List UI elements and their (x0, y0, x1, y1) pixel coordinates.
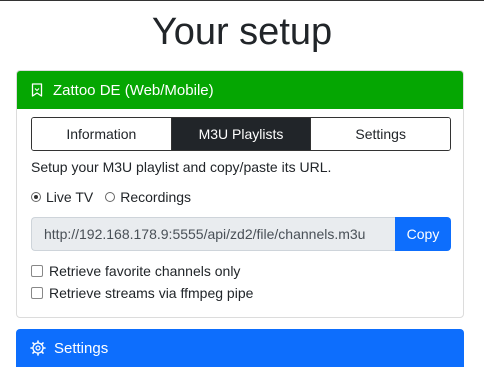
radio-live-tv-label: Live TV (46, 189, 94, 205)
checkbox-ffmpeg-label: Retrieve streams via ffmpeg pipe (49, 285, 254, 301)
bookmark-icon (31, 83, 43, 97)
radio-recordings-indicator[interactable] (105, 192, 116, 202)
checkbox-ffmpeg[interactable]: Retrieve streams via ffmpeg pipe (31, 285, 253, 301)
checkbox-favorites-label: Retrieve favorite channels only (49, 263, 241, 279)
gear-icon (30, 340, 46, 356)
checkbox-favorites[interactable]: Retrieve favorite channels only (31, 263, 240, 279)
radio-live-tv[interactable]: Live TV (31, 189, 93, 205)
radio-recordings-label: Recordings (120, 189, 192, 205)
playlist-type-radios: Live TV Recordings (31, 189, 203, 205)
url-input-group: Copy (31, 217, 451, 251)
tab-information[interactable]: Information (32, 118, 172, 150)
service-card: Zattoo DE (Web/Mobile) Information M3U P… (16, 70, 464, 318)
tab-settings[interactable]: Settings (311, 118, 450, 150)
checkbox-favorites-box[interactable] (31, 265, 43, 277)
radio-recordings[interactable]: Recordings (105, 189, 191, 205)
top-border (0, 0, 484, 1)
copy-button[interactable]: Copy (395, 217, 451, 251)
settings-section-header[interactable]: Settings (16, 329, 464, 367)
page-title: Your setup (151, 11, 333, 53)
radio-live-tv-indicator[interactable] (31, 192, 41, 202)
checkbox-ffmpeg-box[interactable] (31, 287, 43, 299)
card-header-title: Zattoo DE (Web/Mobile) (53, 81, 214, 99)
card-header[interactable]: Zattoo DE (Web/Mobile) (17, 71, 463, 109)
tab-group: Information M3U Playlists Settings (31, 117, 451, 151)
settings-section-label: Settings (54, 339, 109, 357)
tab-m3u-playlists[interactable]: M3U Playlists (171, 118, 312, 150)
playlist-url-field[interactable] (31, 217, 395, 251)
playlist-description: Setup your M3U playlist and copy/paste i… (31, 159, 332, 175)
